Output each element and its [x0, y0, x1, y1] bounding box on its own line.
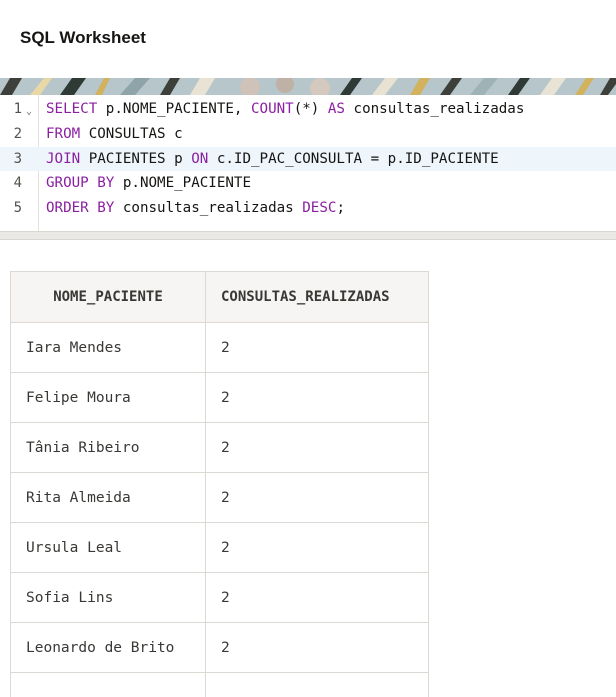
- page-title: SQL Worksheet: [20, 28, 146, 47]
- sql-editor[interactable]: 1 ⌄ SELECT p.NOME_PACIENTE, COUNT(*) AS co…: [0, 95, 616, 231]
- cell-consultas-realizadas[interactable]: 2: [205, 422, 429, 473]
- query-results: NOME_PACIENTE CONSULTAS_REALIZADAS Iara …: [10, 271, 429, 697]
- table-row[interactable]: Felipe Moura 2: [10, 372, 429, 423]
- code-line[interactable]: 4 GROUP BY p.NOME_PACIENTE: [0, 171, 616, 196]
- table-row[interactable]: Iara Mendes 2: [10, 322, 429, 373]
- sql-token: consultas_realizadas: [114, 200, 303, 216]
- sql-keyword: JOIN: [46, 150, 81, 167]
- table-cell[interactable]: [10, 672, 206, 697]
- sql-keyword: FROM: [46, 125, 81, 142]
- sql-token: PACIENTES p: [80, 150, 192, 167]
- results-table: NOME_PACIENTE CONSULTAS_REALIZADAS Iara …: [10, 271, 429, 697]
- sql-keyword: GROUP BY: [46, 175, 115, 192]
- cell-nome-paciente[interactable]: Rita Almeida: [10, 472, 206, 523]
- column-header-consultas-realizadas[interactable]: CONSULTAS_REALIZADAS: [205, 271, 429, 323]
- cell-consultas-realizadas[interactable]: 2: [205, 372, 429, 423]
- table-row[interactable]: Leonardo de Brito 2: [10, 622, 429, 673]
- column-header-nome-paciente[interactable]: NOME_PACIENTE: [10, 271, 206, 323]
- sql-keyword: AS: [327, 101, 345, 117]
- line-number: 1: [13, 101, 22, 117]
- sql-token: (*): [293, 101, 328, 117]
- line-number: 5: [13, 200, 22, 216]
- sql-keyword: ORDER BY: [46, 200, 115, 216]
- sql-token: CONSULTAS c: [80, 125, 183, 142]
- banner-pattern-icon: [0, 78, 616, 95]
- sql-token: p.NOME_PACIENTE,: [97, 101, 251, 117]
- line-number: 2: [13, 125, 22, 142]
- sql-token: p.NOME_PACIENTE: [114, 175, 252, 192]
- cell-consultas-realizadas[interactable]: 2: [205, 472, 429, 523]
- table-row[interactable]: Tânia Ribeiro 2: [10, 422, 429, 473]
- code-text: SELECT p.NOME_PACIENTE, COUNT(*) AS cons…: [46, 97, 524, 122]
- sql-keyword: COUNT: [251, 101, 294, 117]
- sql-keyword: DESC: [302, 200, 337, 216]
- table-row[interactable]: [10, 672, 429, 697]
- code-text: GROUP BY p.NOME_PACIENTE: [46, 171, 251, 196]
- cell-nome-paciente[interactable]: Felipe Moura: [10, 372, 206, 423]
- code-line[interactable]: 1 ⌄ SELECT p.NOME_PACIENTE, COUNT(*) AS co…: [0, 97, 616, 122]
- code-text: FROM CONSULTAS c: [46, 122, 183, 147]
- cell-nome-paciente[interactable]: Tânia Ribeiro: [10, 422, 206, 473]
- sql-token: ;: [336, 200, 345, 216]
- decorative-banner: [0, 78, 616, 95]
- line-number: 3: [13, 150, 22, 167]
- code-line[interactable]: 3 JOIN PACIENTES p ON c.ID_PAC_CONSULTA =…: [0, 146, 616, 172]
- cell-nome-paciente[interactable]: Leonardo de Brito: [10, 622, 206, 673]
- table-header-row: NOME_PACIENTE CONSULTAS_REALIZADAS: [10, 271, 429, 323]
- cell-nome-paciente[interactable]: Ursula Leal: [10, 522, 206, 573]
- sql-token: consultas_realizadas: [344, 101, 525, 117]
- sql-token: c.ID_PAC_CONSULTA = p.ID_PACIENTE: [208, 150, 499, 167]
- code-text: JOIN PACIENTES p ON c.ID_PAC_CONSULTA = …: [46, 147, 499, 172]
- table-cell[interactable]: [205, 672, 429, 697]
- table-row[interactable]: Rita Almeida 2: [10, 472, 429, 523]
- cell-consultas-realizadas[interactable]: 2: [205, 622, 429, 673]
- sql-keyword: ON: [191, 150, 209, 167]
- sql-keyword: SELECT: [46, 101, 98, 117]
- table-row[interactable]: Sofia Lins 2: [10, 572, 429, 623]
- editor-results-splitter[interactable]: [0, 231, 616, 240]
- code-line[interactable]: 2 FROM CONSULTAS c: [0, 122, 616, 147]
- sql-worksheet-page: SQL Worksheet 1 ⌄ SELECT p.NOME_PACIENTE…: [0, 0, 616, 697]
- title-bar: SQL Worksheet: [0, 0, 616, 78]
- code-line[interactable]: 5 ORDER BY consultas_realizadas DESC;: [0, 196, 616, 221]
- table-row[interactable]: Ursula Leal 2: [10, 522, 429, 573]
- cell-nome-paciente[interactable]: Iara Mendes: [10, 322, 206, 373]
- cell-consultas-realizadas[interactable]: 2: [205, 572, 429, 623]
- cell-consultas-realizadas[interactable]: 2: [205, 322, 429, 373]
- cell-nome-paciente[interactable]: Sofia Lins: [10, 572, 206, 623]
- line-number: 4: [13, 175, 22, 192]
- cell-consultas-realizadas[interactable]: 2: [205, 522, 429, 573]
- code-text: ORDER BY consultas_realizadas DESC;: [46, 196, 345, 221]
